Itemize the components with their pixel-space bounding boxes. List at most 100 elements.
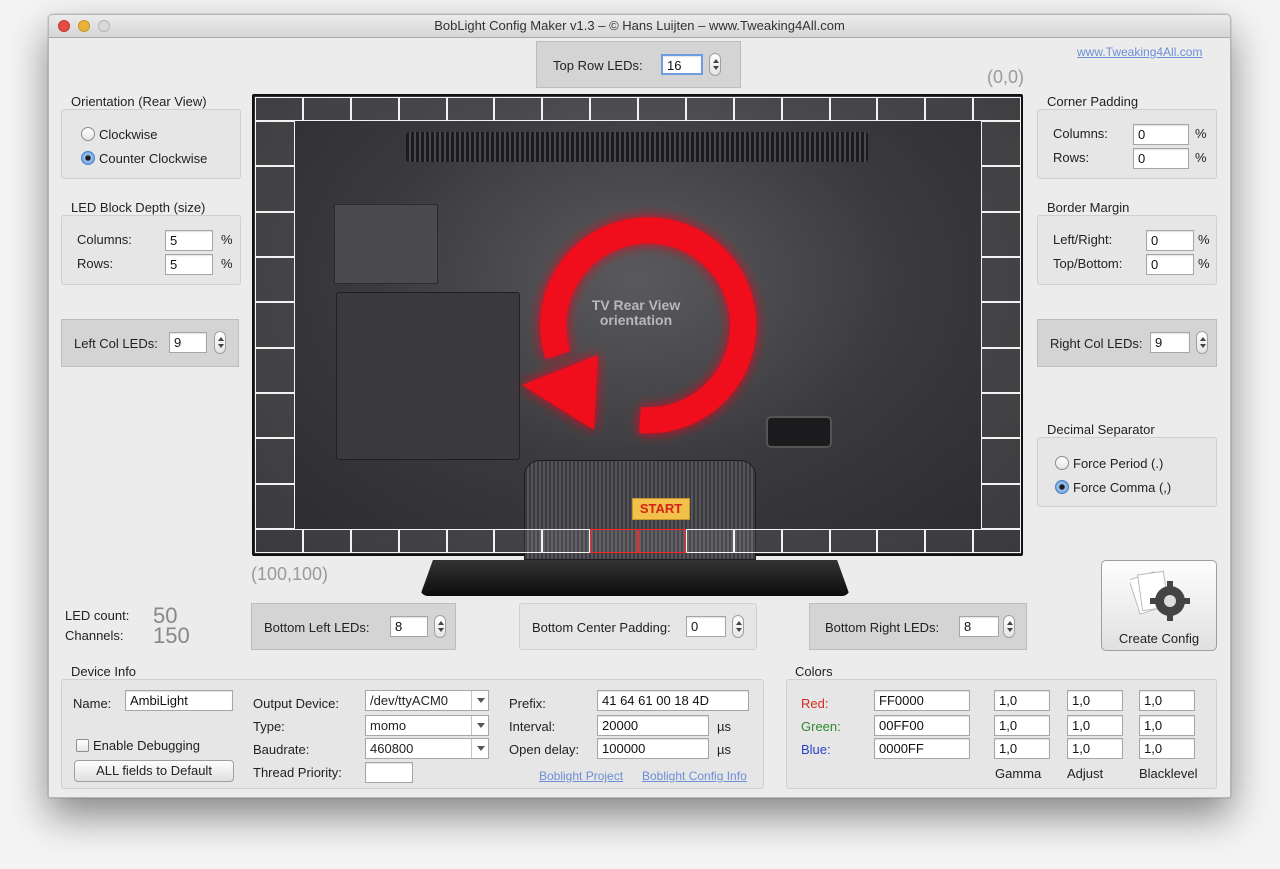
blue-gamma-input[interactable]: 1,0 <box>994 738 1050 759</box>
force-period-radio[interactable] <box>1055 456 1069 470</box>
bottom-left-leds-input[interactable]: 8 <box>390 616 428 637</box>
blue-hex-input[interactable]: 0000FF <box>874 738 970 759</box>
force-comma-radio[interactable] <box>1055 480 1069 494</box>
right-col-leds-input[interactable]: 9 <box>1150 332 1190 353</box>
tv-vent <box>406 132 868 162</box>
type-select[interactable]: momo <box>365 715 489 736</box>
tv-stand-base <box>420 560 850 596</box>
channels-value: 150 <box>153 623 190 648</box>
corner-padding-columns-label: Columns: <box>1053 126 1108 141</box>
led-depth-rows-unit: % <box>221 256 233 271</box>
channels-label: Channels: <box>65 628 124 643</box>
output-device-label: Output Device: <box>253 696 339 711</box>
blue-label: Blue: <box>801 742 831 757</box>
red-gamma-input[interactable]: 1,0 <box>994 690 1050 711</box>
led-count-label: LED count: <box>65 608 130 623</box>
green-hex-input[interactable]: 00FF00 <box>874 715 970 736</box>
left-col-leds-input[interactable]: 9 <box>169 332 207 353</box>
tweaking4all-link[interactable]: www.Tweaking4All.com <box>1077 45 1202 59</box>
thread-priority-input[interactable] <box>365 762 413 783</box>
orientation-group: Clockwise Counter Clockwise <box>61 109 241 179</box>
clockwise-radio[interactable] <box>81 127 95 141</box>
decimal-separator-group: Force Period (.) Force Comma (,) <box>1037 437 1217 507</box>
bottom-right-leds-input[interactable]: 8 <box>959 616 999 637</box>
top-row-leds-input[interactable]: 16 <box>661 54 703 75</box>
boblight-config-info-link[interactable]: Boblight Config Info <box>642 769 747 783</box>
all-fields-default-button[interactable]: ALL fields to Default <box>74 760 234 782</box>
counter-clockwise-label: Counter Clockwise <box>99 151 208 166</box>
border-margin-group: Left/Right: 0 % Top/Bottom: 0 % <box>1037 215 1217 285</box>
red-hex-input[interactable]: FF0000 <box>874 690 970 711</box>
led-depth-title: LED Block Depth (size) <box>71 200 206 215</box>
open-delay-input[interactable]: 100000 <box>597 738 709 759</box>
led-depth-columns-label: Columns: <box>77 232 132 247</box>
interval-label: Interval: <box>509 719 556 734</box>
name-input[interactable]: AmbiLight <box>125 690 233 711</box>
power-socket-icon <box>766 416 832 448</box>
border-margin-tb-label: Top/Bottom: <box>1053 256 1123 271</box>
top-row-leds-stepper[interactable] <box>709 53 721 76</box>
open-delay-label: Open delay: <box>509 742 580 757</box>
config-gear-icon <box>1130 570 1190 621</box>
enable-debugging-label: Enable Debugging <box>93 738 200 753</box>
name-label: Name: <box>73 696 112 711</box>
device-info-group: Name: AmbiLight Enable Debugging ALL fie… <box>61 679 764 789</box>
tv-label-panel <box>334 204 438 284</box>
end-coordinate: (100,100) <box>251 564 329 584</box>
corner-padding-columns-input[interactable]: 0 <box>1133 124 1189 145</box>
red-blacklevel-input[interactable]: 1,0 <box>1139 690 1195 711</box>
bottom-center-padding-input[interactable]: 0 <box>686 616 726 637</box>
boblight-project-link[interactable]: Boblight Project <box>539 769 623 783</box>
red-adjust-input[interactable]: 1,0 <box>1067 690 1123 711</box>
right-led-column <box>981 121 1021 529</box>
border-margin-lr-label: Left/Right: <box>1053 232 1113 247</box>
force-comma-label: Force Comma (,) <box>1073 480 1172 495</box>
clockwise-label: Clockwise <box>99 127 158 142</box>
create-config-button[interactable]: Create Config <box>1101 560 1217 651</box>
green-label: Green: <box>801 719 841 734</box>
led-depth-rows-input[interactable]: 5 <box>165 254 213 275</box>
adjust-column-label: Adjust <box>1067 766 1104 781</box>
bottom-center-padding-stepper[interactable] <box>732 615 744 638</box>
output-device-select[interactable]: /dev/ttyACM0 <box>365 690 489 711</box>
left-col-leds-box: Left Col LEDs: 9 <box>61 319 239 367</box>
prefix-label: Prefix: <box>509 696 546 711</box>
led-depth-columns-unit: % <box>221 232 233 247</box>
interval-input[interactable]: 20000 <box>597 715 709 736</box>
force-period-label: Force Period (.) <box>1073 456 1164 471</box>
top-led-row <box>255 97 1021 121</box>
border-margin-tb-input[interactable]: 0 <box>1146 254 1194 275</box>
chevron-down-icon <box>471 739 488 758</box>
counter-clockwise-radio[interactable] <box>81 151 95 165</box>
tv-connector-panel <box>336 292 520 460</box>
bottom-center-padding-label: Bottom Center Padding: <box>532 620 671 635</box>
bottom-left-leds-stepper[interactable] <box>434 615 446 638</box>
tv-caption-line2: orientation <box>599 312 673 328</box>
green-adjust-input[interactable]: 1,0 <box>1067 715 1123 736</box>
border-margin-lr-input[interactable]: 0 <box>1146 230 1194 251</box>
blue-blacklevel-input[interactable]: 1,0 <box>1139 738 1195 759</box>
corner-padding-rows-unit: % <box>1195 150 1207 165</box>
led-depth-columns-input[interactable]: 5 <box>165 230 213 251</box>
led-depth-rows-label: Rows: <box>77 256 114 271</box>
prefix-input[interactable]: 41 64 61 00 18 4D <box>597 690 749 711</box>
baudrate-select[interactable]: 460800 <box>365 738 489 759</box>
open-delay-unit: µs <box>717 742 731 757</box>
corner-padding-group: Columns: 0 % Rows: 0 % <box>1037 109 1217 179</box>
corner-padding-rows-input[interactable]: 0 <box>1133 148 1189 169</box>
bottom-led-row <box>255 529 1021 553</box>
green-gamma-input[interactable]: 1,0 <box>994 715 1050 736</box>
type-value: momo <box>370 718 407 733</box>
colors-group: Red: FF0000 1,0 1,0 1,0 Green: 00FF00 1,… <box>786 679 1217 789</box>
left-col-leds-stepper[interactable] <box>214 331 226 354</box>
right-col-leds-stepper[interactable] <box>1196 331 1208 354</box>
minimize-window-icon[interactable] <box>78 20 90 32</box>
green-blacklevel-input[interactable]: 1,0 <box>1139 715 1195 736</box>
bottom-right-leds-stepper[interactable] <box>1003 615 1015 638</box>
enable-debugging-checkbox[interactable] <box>76 739 89 752</box>
top-row-leds-box: Top Row LEDs: 16 <box>536 41 741 88</box>
close-window-icon[interactable] <box>58 20 70 32</box>
baudrate-value: 460800 <box>370 741 414 756</box>
blue-adjust-input[interactable]: 1,0 <box>1067 738 1123 759</box>
zoom-window-icon[interactable] <box>98 20 110 32</box>
